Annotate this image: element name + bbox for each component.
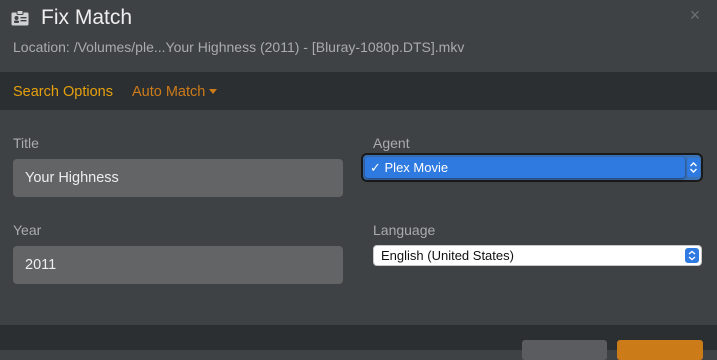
- close-icon[interactable]: ×: [686, 6, 704, 24]
- tab-search-options[interactable]: Search Options: [13, 83, 113, 101]
- tab-search-options-label: Search Options: [13, 84, 113, 100]
- caret-down-icon: [209, 89, 218, 94]
- language-label: Language: [373, 222, 436, 238]
- file-location: Location: /Volumes/ple...Your Highness (…: [13, 39, 465, 55]
- year-input[interactable]: 2011: [13, 246, 343, 284]
- dialog-title: Fix Match: [41, 6, 133, 29]
- agent-label: Agent: [373, 135, 410, 151]
- tab-auto-match[interactable]: Auto Match: [132, 83, 218, 101]
- agent-option-selected[interactable]: ✓ Plex Movie: [365, 157, 685, 178]
- options-tab-bar: Search Options Auto Match: [0, 72, 717, 110]
- title-label: Title: [13, 135, 39, 151]
- dialog-header: Fix Match × Location: /Volumes/ple...You…: [0, 0, 717, 72]
- year-label: Year: [13, 222, 42, 238]
- id-card-icon: [11, 10, 29, 26]
- tab-auto-match-label: Auto Match: [132, 84, 206, 100]
- primary-button[interactable]: [617, 340, 703, 360]
- language-select-value: English (United States): [381, 248, 514, 263]
- dialog-footer: [0, 325, 717, 360]
- cancel-button[interactable]: [522, 340, 607, 360]
- match-form: Title Your Highness Year 2011 Agent ✓ Pl…: [0, 110, 717, 325]
- language-select[interactable]: English (United States): [373, 245, 702, 266]
- title-input[interactable]: Your Highness: [13, 159, 343, 197]
- up-down-stepper-icon: [685, 248, 699, 263]
- up-down-stepper-icon[interactable]: [687, 158, 700, 177]
